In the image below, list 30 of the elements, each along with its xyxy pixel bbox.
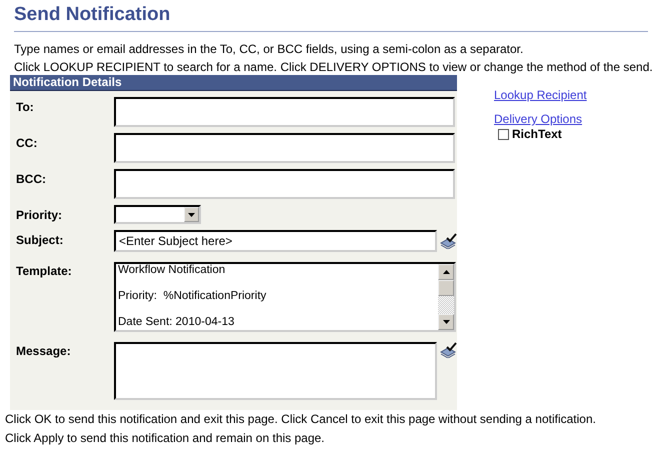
link[interactable]: Delivery Options	[494, 111, 587, 127]
spellcheck-icon[interactable]	[440, 342, 457, 358]
text-field[interactable]	[114, 133, 455, 163]
instruction-text: Type names or email addresses in the To, CC, or BCC fields, using a semi-colon as a separator.	[14, 41, 524, 58]
checkbox[interactable]	[498, 128, 509, 140]
template-field[interactable]: Workflow Notification Priority: %NotificationPriority Date Sent: 2010-04-13	[114, 262, 456, 332]
panel-header: Notification Details	[10, 75, 457, 91]
text-field[interactable]	[114, 97, 455, 127]
field-label: Template:	[15, 263, 73, 278]
field-label: CC:	[15, 135, 38, 150]
footer-text: Click Apply to send this notification and remain on this page.	[5, 430, 326, 447]
link[interactable]: Lookup Recipient	[494, 87, 587, 103]
spellcheck-icon[interactable]	[440, 233, 457, 249]
text-field[interactable]	[114, 169, 455, 199]
footer-text: Click OK to send this notification and exit this page. Click Cancel to exit this page without sending a notification.	[5, 411, 597, 428]
checkbox-label: RichText	[512, 127, 562, 141]
caret-icon	[188, 212, 195, 216]
field-label: Message:	[15, 343, 72, 358]
field-label: BCC:	[15, 171, 47, 186]
field-label: Subject:	[15, 232, 64, 247]
instruction-text: Click LOOKUP RECIPIENT to search for a name. Click DELIVERY OPTIONS to view or change the method of the send.	[14, 59, 654, 76]
field-label: To:	[15, 99, 35, 114]
scroll-down-icon[interactable]	[442, 320, 450, 324]
subject-field[interactable]: <Enter Subject here>	[114, 230, 437, 252]
scrollbar[interactable]	[438, 264, 454, 330]
scroll-up-icon[interactable]	[442, 270, 450, 274]
page-title: Send Notification	[14, 3, 172, 27]
priority-dropdown[interactable]	[114, 205, 201, 224]
field-label: Priority:	[15, 207, 64, 222]
message-field[interactable]	[114, 342, 437, 400]
